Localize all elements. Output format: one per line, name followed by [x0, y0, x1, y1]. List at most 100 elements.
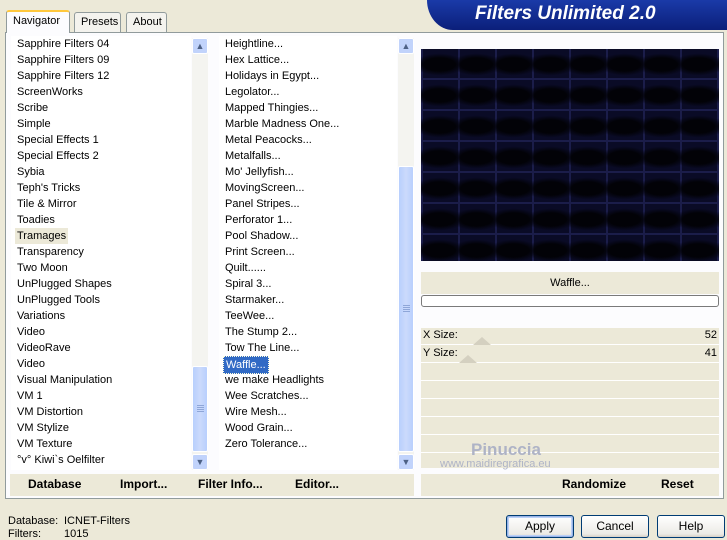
item-label: Panel Stripes...	[225, 198, 300, 210]
slider-thumb[interactable]	[459, 355, 477, 363]
category-item[interactable]: UnPlugged Shapes	[11, 276, 191, 292]
filter-item[interactable]: Starmaker...	[219, 292, 397, 308]
scroll-thumb[interactable]	[192, 366, 208, 452]
scroll-down-button[interactable]: ▼	[398, 454, 414, 470]
database-value: ICNET-Filters	[64, 515, 130, 527]
filter-scrollbar[interactable]: ▲ ▼	[398, 38, 414, 470]
category-item[interactable]: Simple	[11, 116, 191, 132]
scroll-thumb[interactable]	[398, 166, 414, 452]
filter-item[interactable]: Marble Madness One...	[219, 116, 397, 132]
tab-about[interactable]: About	[126, 12, 167, 32]
item-label: Sybia	[17, 166, 45, 178]
cancel-button[interactable]: Cancel	[581, 515, 649, 538]
category-item[interactable]: Sapphire Filters 12	[11, 68, 191, 84]
param-row-empty	[421, 400, 719, 417]
filter-item[interactable]: Wee Scratches...	[219, 388, 397, 404]
tab-navigator[interactable]: Navigator	[6, 10, 70, 33]
help-button[interactable]: Help	[657, 515, 725, 538]
database-button[interactable]: Database	[28, 477, 81, 491]
item-label: Pool Shadow...	[225, 230, 299, 242]
category-item[interactable]: VM 1	[11, 388, 191, 404]
category-item[interactable]: Video	[11, 324, 191, 340]
filter-item[interactable]: Legolator...	[219, 84, 397, 100]
param-row-empty	[421, 436, 719, 453]
category-item[interactable]: Special Effects 1	[11, 132, 191, 148]
item-label: Sapphire Filters 12	[17, 70, 110, 82]
item-label: UnPlugged Shapes	[17, 278, 112, 290]
list-actions-bar: Database Import... Filter Info... Editor…	[10, 474, 414, 496]
param-row-y-size[interactable]: Y Size: 41	[421, 346, 719, 363]
param-row-empty	[421, 382, 719, 399]
param-row-x-size[interactable]: X Size: 52	[421, 328, 719, 345]
item-label: Zero Tolerance...	[225, 438, 308, 450]
scroll-down-button[interactable]: ▼	[192, 454, 208, 470]
filter-item[interactable]: Wood Grain...	[219, 420, 397, 436]
item-label: Hex Lattice...	[225, 54, 290, 66]
filter-item[interactable]: The Stump 2...	[219, 324, 397, 340]
tab-presets[interactable]: Presets	[74, 12, 121, 32]
apply-button[interactable]: Apply	[506, 515, 574, 538]
item-label: Holidays in Egypt...	[225, 70, 320, 82]
scroll-up-button[interactable]: ▲	[398, 38, 414, 54]
category-item[interactable]: VM Distortion	[11, 404, 191, 420]
filter-item[interactable]: we make Headlights	[219, 372, 397, 388]
parameter-panel: X Size: 52 Y Size: 41	[421, 328, 719, 468]
category-item[interactable]: UnPlugged Tools	[11, 292, 191, 308]
category-item[interactable]: VideoRave	[11, 340, 191, 356]
category-item[interactable]: Variations	[11, 308, 191, 324]
filter-item[interactable]: Hex Lattice...	[219, 52, 397, 68]
filter-item[interactable]: Holidays in Egypt...	[219, 68, 397, 84]
editor-button[interactable]: Editor...	[295, 477, 339, 491]
filter-item[interactable]: Pool Shadow...	[219, 228, 397, 244]
filter-item[interactable]: Wire Mesh...	[219, 404, 397, 420]
category-item[interactable]: VM Texture	[11, 436, 191, 452]
category-item[interactable]: Special Effects 2	[11, 148, 191, 164]
category-item[interactable]: Sapphire Filters 09	[11, 52, 191, 68]
category-item[interactable]: Toadies	[11, 212, 191, 228]
category-item[interactable]: Tramages	[11, 228, 191, 244]
category-item[interactable]: Sybia	[11, 164, 191, 180]
category-scrollbar[interactable]: ▲ ▼	[192, 38, 208, 470]
category-item[interactable]: Visual Manipulation	[11, 372, 191, 388]
reset-button[interactable]: Reset	[661, 477, 694, 491]
filter-item[interactable]: Mo' Jellyfish...	[219, 164, 397, 180]
filter-item[interactable]: Mapped Thingies...	[219, 100, 397, 116]
filters-count-value: 1015	[64, 528, 89, 540]
filter-item[interactable]: MovingScreen...	[219, 180, 397, 196]
randomize-button[interactable]: Randomize	[562, 477, 626, 491]
filter-item[interactable]: Waffle...	[219, 356, 397, 374]
category-item[interactable]: °v° Kiwi`s Oelfilter	[11, 452, 191, 468]
category-item[interactable]: Two Moon	[11, 260, 191, 276]
category-item[interactable]: Scribe	[11, 100, 191, 116]
category-item[interactable]: Sapphire Filters 04	[11, 36, 191, 52]
item-label: Sapphire Filters 04	[17, 38, 110, 50]
watermark-url: www.maidiregrafica.eu	[440, 458, 551, 470]
filter-item[interactable]: Metalfalls...	[219, 148, 397, 164]
filter-item[interactable]: Quilt......	[219, 260, 397, 276]
category-item[interactable]: VM Stylize	[11, 420, 191, 436]
category-item[interactable]: Transparency	[11, 244, 191, 260]
item-label: VideoRave	[17, 342, 71, 354]
filters-count-label: Filters:	[8, 528, 41, 540]
filter-item[interactable]: TeeWee...	[219, 308, 397, 324]
category-item[interactable]: Video	[11, 356, 191, 372]
slider-thumb[interactable]	[473, 337, 491, 345]
filter-item[interactable]: Heightline...	[219, 36, 397, 52]
filter-item[interactable]: Spiral 3...	[219, 276, 397, 292]
category-list[interactable]: Sapphire Filters 04 Sapphire Filters 09 Sa…	[11, 36, 191, 470]
import-button[interactable]: Import...	[120, 477, 167, 491]
item-label: Video	[17, 358, 45, 370]
filter-item[interactable]: Perforator 1...	[219, 212, 397, 228]
filter-item[interactable]: Tow The Line...	[219, 340, 397, 356]
filter-item[interactable]: Print Screen...	[219, 244, 397, 260]
filter-info-button[interactable]: Filter Info...	[198, 477, 263, 491]
filter-item[interactable]: Zero Tolerance...	[219, 436, 397, 452]
filter-item[interactable]: Panel Stripes...	[219, 196, 397, 212]
category-item[interactable]: Tile & Mirror	[11, 196, 191, 212]
category-item[interactable]: Teph's Tricks	[11, 180, 191, 196]
item-label: Tile & Mirror	[17, 198, 77, 210]
category-item[interactable]: ScreenWorks	[11, 84, 191, 100]
filter-item[interactable]: Metal Peacocks...	[219, 132, 397, 148]
filter-list[interactable]: Heightline... Hex Lattice... Holidays in E…	[219, 36, 397, 470]
scroll-up-button[interactable]: ▲	[192, 38, 208, 54]
